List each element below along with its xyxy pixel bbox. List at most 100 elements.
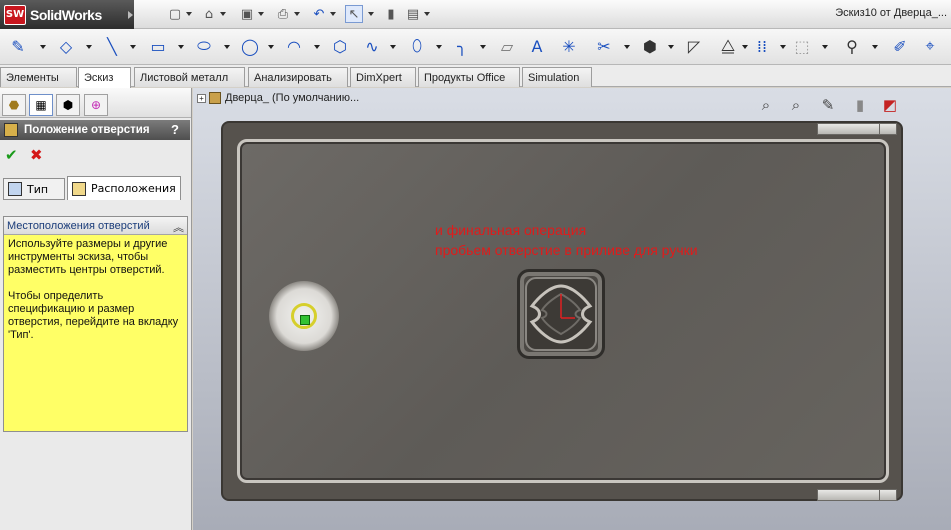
open-dropdown[interactable] bbox=[220, 12, 226, 16]
property-manager-panel: ⬣ ▦ ⬢ ⊕ Положение отверстия ? ✔ ✖ Тип Ра… bbox=[0, 88, 192, 530]
line-icon[interactable]: ╲ bbox=[100, 34, 124, 58]
new-dropdown[interactable] bbox=[186, 12, 192, 16]
repair-icon[interactable]: ✐ bbox=[888, 34, 912, 58]
previous-view-icon[interactable]: ✎ bbox=[817, 94, 839, 116]
slot-dropdown[interactable] bbox=[224, 45, 230, 49]
relations-dropdown[interactable] bbox=[872, 45, 878, 49]
tab-dimxpert[interactable]: DimXpert bbox=[350, 67, 416, 87]
options-icon[interactable]: ▤ bbox=[404, 5, 422, 23]
feature-tree-tab-icon[interactable]: ⬣ bbox=[2, 94, 26, 116]
tab-sketch[interactable]: Эскиз bbox=[78, 67, 131, 88]
type-icon bbox=[8, 182, 22, 196]
tab-features[interactable]: Элементы bbox=[0, 67, 77, 87]
convert-dropdown[interactable] bbox=[668, 45, 674, 49]
annotation-text: и финальная операция пробьем отверстие в… bbox=[435, 220, 698, 260]
property-manager-title: Положение отверстия ? bbox=[0, 120, 190, 140]
undo-dropdown[interactable] bbox=[330, 12, 336, 16]
trim-icon[interactable]: ✂ bbox=[592, 34, 616, 58]
property-manager-tab-icon[interactable]: ▦ bbox=[29, 94, 53, 116]
help-button[interactable]: ? bbox=[171, 122, 186, 137]
configuration-tab-icon[interactable]: ⬢ bbox=[56, 94, 80, 116]
tab-simulation[interactable]: Simulation bbox=[522, 67, 592, 87]
spline-icon[interactable]: ∿ bbox=[360, 34, 384, 58]
tab-sheet-metal[interactable]: Листовой металл bbox=[134, 67, 245, 87]
section-header[interactable]: Местоположения отверстий ︽ bbox=[4, 217, 187, 235]
save-icon[interactable]: ▣ bbox=[238, 5, 256, 23]
zoom-fit-icon[interactable]: ⌕ bbox=[755, 94, 777, 116]
point-icon[interactable]: ✳ bbox=[557, 34, 581, 58]
rectangle-icon[interactable]: ▭ bbox=[146, 34, 170, 58]
fillet-dropdown[interactable] bbox=[480, 45, 486, 49]
menu-arrow-icon[interactable] bbox=[128, 11, 133, 19]
section-header-label: Местоположения отверстий bbox=[7, 219, 150, 232]
hole-positions-section: Местоположения отверстий ︽ Используйте р… bbox=[3, 216, 188, 432]
mirror-dropdown[interactable] bbox=[742, 45, 748, 49]
top-hinge-tab bbox=[879, 123, 897, 135]
bottom-hinge-tab bbox=[879, 489, 897, 501]
section-view-icon[interactable]: ▮ bbox=[849, 94, 871, 116]
text-icon[interactable]: A bbox=[525, 34, 549, 58]
expand-icon[interactable]: + bbox=[197, 93, 206, 103]
rebuild-icon[interactable]: ▮ bbox=[382, 5, 400, 23]
part-icon bbox=[209, 92, 221, 104]
new-icon[interactable]: ▢ bbox=[166, 5, 184, 23]
move-dropdown[interactable] bbox=[822, 45, 828, 49]
cancel-button[interactable]: ✖ bbox=[30, 146, 46, 164]
ellipse-icon[interactable]: ⬯ bbox=[405, 34, 429, 58]
view-orientation-icon[interactable]: ◩ bbox=[879, 94, 901, 116]
pattern-icon[interactable]: ⁞⁞ bbox=[750, 34, 774, 58]
tab-positions[interactable]: Расположения bbox=[67, 176, 181, 200]
arc-icon[interactable]: ◠ bbox=[282, 34, 306, 58]
select-icon[interactable]: ↖ bbox=[345, 5, 363, 23]
polygon-icon[interactable]: ⬡ bbox=[328, 34, 352, 58]
options-dropdown[interactable] bbox=[424, 12, 430, 16]
undo-icon[interactable]: ↶ bbox=[310, 5, 328, 23]
circle-dropdown[interactable] bbox=[268, 45, 274, 49]
part-name: Дверца_ (По умолчанию... bbox=[225, 92, 360, 104]
open-icon[interactable]: ⌂ bbox=[200, 5, 218, 23]
hole-center-point[interactable] bbox=[300, 315, 310, 325]
select-dropdown[interactable] bbox=[368, 12, 374, 16]
app-logo[interactable]: SW SolidWorks bbox=[0, 0, 134, 29]
spline-dropdown[interactable] bbox=[390, 45, 396, 49]
message-paragraph-1: Используйте размеры и другие инструменты… bbox=[8, 238, 168, 276]
smart-dimension-tool-icon[interactable]: ◇ bbox=[54, 34, 78, 58]
slot-icon[interactable]: ⬭ bbox=[192, 34, 216, 58]
arc-dropdown[interactable] bbox=[314, 45, 320, 49]
zoom-area-icon[interactable]: ⌕ bbox=[785, 94, 807, 116]
fillet-icon[interactable]: ╮ bbox=[450, 34, 474, 58]
flyout-feature-tree[interactable]: + Дверца_ (По умолчанию... bbox=[197, 92, 359, 104]
ellipse-dropdown[interactable] bbox=[436, 45, 442, 49]
move-icon[interactable]: ⬚ bbox=[790, 34, 814, 58]
ok-button[interactable]: ✔ bbox=[5, 146, 21, 164]
smart-dimension-icon[interactable]: ✎ bbox=[6, 34, 30, 58]
display-relations-icon[interactable]: ⚲ bbox=[840, 34, 864, 58]
print-icon[interactable]: ⎙ bbox=[274, 5, 292, 23]
annotation-line-1: и финальная операция bbox=[435, 222, 587, 238]
graphics-area[interactable]: + Дверца_ (По умолчанию... ⌕ ⌕ ✎ ▮ ◩ и ф… bbox=[193, 88, 951, 530]
mirror-icon[interactable]: ⧋ bbox=[716, 34, 740, 58]
tab-type[interactable]: Тип bbox=[3, 178, 65, 200]
tab-office-products[interactable]: Продукты Office bbox=[418, 67, 520, 87]
plane-icon[interactable]: ▱ bbox=[495, 34, 519, 58]
sketch-dropdown[interactable] bbox=[40, 45, 46, 49]
convert-entities-icon[interactable]: ⬢ bbox=[638, 34, 662, 58]
annotation-line-2: пробьем отверстие в приливе для ручки bbox=[435, 242, 698, 258]
line-dropdown[interactable] bbox=[130, 45, 136, 49]
collapse-icon[interactable]: ︽ bbox=[173, 219, 184, 235]
print-dropdown[interactable] bbox=[294, 12, 300, 16]
tab-positions-label: Расположения bbox=[91, 182, 176, 195]
tab-evaluate[interactable]: Анализировать bbox=[248, 67, 348, 87]
circle-icon[interactable]: ◯ bbox=[238, 34, 262, 58]
trim-dropdown[interactable] bbox=[624, 45, 630, 49]
quick-snaps-icon[interactable]: ⌖ bbox=[918, 34, 942, 58]
offset-icon[interactable]: ◸ bbox=[682, 34, 706, 58]
dimxpert-tab-icon[interactable]: ⊕ bbox=[84, 94, 108, 116]
dimension-dropdown[interactable] bbox=[86, 45, 92, 49]
rectangle-dropdown[interactable] bbox=[178, 45, 184, 49]
save-dropdown[interactable] bbox=[258, 12, 264, 16]
tab-type-label: Тип bbox=[27, 182, 49, 196]
pattern-dropdown[interactable] bbox=[780, 45, 786, 49]
command-manager: ✎ ◇ ╲ ▭ ⬭ ◯ ◠ ⬡ ∿ ⬯ ╮ ▱ A ✳ ✂ ⬢ ◸ ⧋ ⁞⁞ ⬚… bbox=[0, 29, 951, 65]
positions-icon bbox=[72, 181, 86, 196]
